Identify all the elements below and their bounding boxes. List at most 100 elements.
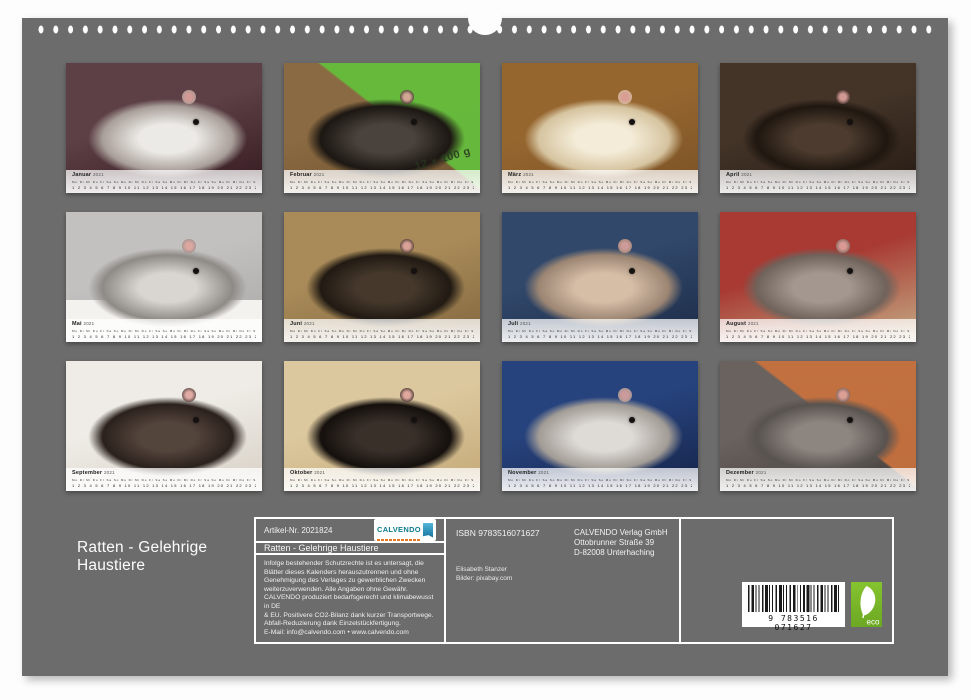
- month-year: 2021: [538, 470, 549, 475]
- mini-calendar-strip: September 2021 Mo Di Mi Do Fr Sa So Mo D…: [66, 468, 262, 491]
- mini-calendar-strip: April 2021 Mo Di Mi Do Fr Sa So Mo Di Mi…: [720, 170, 916, 193]
- month-thumbnail-juni: Juni 2021 Mo Di Mi Do Fr Sa So Mo Di Mi …: [284, 212, 480, 342]
- weekday-row: Mo Di Mi Do Fr Sa So Mo Di Mi Do Fr Sa S…: [508, 478, 692, 482]
- weekday-row: Mo Di Mi Do Fr Sa So Mo Di Mi Do Fr Sa S…: [290, 180, 474, 184]
- calvendo-logo-wordmark: CALVENDO: [377, 525, 421, 534]
- day-number-row: 1 2 3 4 5 6 7 8 9 10 11 12 13 14 15 16 1…: [72, 334, 256, 339]
- month-year: 2021: [84, 321, 95, 326]
- month-thumbnail-mai: Mai 2021 Mo Di Mi Do Fr Sa So Mo Di Mi D…: [66, 212, 262, 342]
- mini-calendar-strip: Juni 2021 Mo Di Mi Do Fr Sa So Mo Di Mi …: [284, 319, 480, 342]
- month-name: November: [508, 470, 537, 476]
- month-name: August: [726, 321, 746, 327]
- month-name: Januar: [72, 172, 91, 178]
- month-label: Januar 2021: [72, 172, 256, 178]
- publisher-city: D-82008 Unterhaching: [574, 548, 668, 558]
- month-name: April: [726, 172, 740, 178]
- day-number-row: 1 2 3 4 5 6 7 8 9 10 11 12 13 14 15 16 1…: [290, 185, 474, 190]
- mini-calendar-strip: Oktober 2021 Mo Di Mi Do Fr Sa So Mo Di …: [284, 468, 480, 491]
- month-year: 2021: [523, 172, 534, 177]
- day-number-row: 1 2 3 4 5 6 7 8 9 10 11 12 13 14 15 16 1…: [726, 334, 910, 339]
- month-thumbnail-februar: 12 x 100 g Februar 2021 Mo Di Mi Do Fr S…: [284, 63, 480, 193]
- month-label: März 2021: [508, 172, 692, 178]
- month-thumbnail-november: November 2021 Mo Di Mi Do Fr Sa So Mo Di…: [502, 361, 698, 491]
- mini-calendar-strip: August 2021 Mo Di Mi Do Fr Sa So Mo Di M…: [720, 319, 916, 342]
- day-number-row: 1 2 3 4 5 6 7 8 9 10 11 12 13 14 15 16 1…: [72, 483, 256, 488]
- day-number-row: 1 2 3 4 5 6 7 8 9 10 11 12 13 14 15 16 1…: [290, 334, 474, 339]
- hanger-notch: [468, 1, 502, 35]
- month-name: Juni: [290, 321, 302, 327]
- day-number-row: 1 2 3 4 5 6 7 8 9 10 11 12 13 14 15 16 1…: [72, 185, 256, 190]
- month-name: September: [72, 470, 102, 476]
- rat-ear-shape: [618, 239, 632, 253]
- article-row: Artikel-Nr. 2021824 CALVENDO: [256, 519, 444, 543]
- publisher-street: Ottobrunner Straße 39: [574, 538, 668, 548]
- rat-ear-shape: [182, 388, 196, 402]
- month-year: 2021: [756, 470, 767, 475]
- calvendo-book-icon: [423, 523, 433, 538]
- article-number: Artikel-Nr. 2021824: [264, 526, 332, 535]
- month-year: 2021: [314, 470, 325, 475]
- calvendo-logo: CALVENDO: [374, 519, 436, 541]
- weekday-row: Mo Di Mi Do Fr Sa So Mo Di Mi Do Fr Sa S…: [726, 180, 910, 184]
- day-number-row: 1 2 3 4 5 6 7 8 9 10 11 12 13 14 15 16 1…: [726, 185, 910, 190]
- month-label: September 2021: [72, 470, 256, 476]
- weekday-row: Mo Di Mi Do Fr Sa So Mo Di Mi Do Fr Sa S…: [726, 329, 910, 333]
- rat-ear-shape: [618, 90, 632, 104]
- month-label: Februar 2021: [290, 172, 474, 178]
- month-year: 2021: [104, 470, 115, 475]
- weekday-row: Mo Di Mi Do Fr Sa So Mo Di Mi Do Fr Sa S…: [72, 180, 256, 184]
- month-name: Mai: [72, 321, 82, 327]
- month-thumbnail-juli: Juli 2021 Mo Di Mi Do Fr Sa So Mo Di Mi …: [502, 212, 698, 342]
- weekday-row: Mo Di Mi Do Fr Sa So Mo Di Mi Do Fr Sa S…: [72, 329, 256, 333]
- calendar-back-page: Januar 2021 Mo Di Mi Do Fr Sa So Mo Di M…: [22, 18, 948, 676]
- day-number-row: 1 2 3 4 5 6 7 8 9 10 11 12 13 14 15 16 1…: [290, 483, 474, 488]
- month-year: 2021: [520, 321, 531, 326]
- eco-logo: eco: [851, 582, 882, 627]
- month-thumbnail-januar: Januar 2021 Mo Di Mi Do Fr Sa So Mo Di M…: [66, 63, 262, 193]
- day-number-row: 1 2 3 4 5 6 7 8 9 10 11 12 13 14 15 16 1…: [508, 185, 692, 190]
- weekday-row: Mo Di Mi Do Fr Sa So Mo Di Mi Do Fr Sa S…: [508, 180, 692, 184]
- month-label: Mai 2021: [72, 321, 256, 327]
- mini-calendar-strip: Dezember 2021 Mo Di Mi Do Fr Sa So Mo Di…: [720, 468, 916, 491]
- publisher-info-box: ISBN 9783516071627 CALVENDO Verlag GmbH …: [444, 517, 681, 644]
- image-credits: Bilder: pixabay.com: [456, 575, 512, 584]
- month-label: Oktober 2021: [290, 470, 474, 476]
- author-name: Elisabeth Stanzer: [456, 566, 512, 575]
- mini-calendar-strip: Juli 2021 Mo Di Mi Do Fr Sa So Mo Di Mi …: [502, 319, 698, 342]
- weekday-row: Mo Di Mi Do Fr Sa So Mo Di Mi Do Fr Sa S…: [72, 478, 256, 482]
- rat-ear-shape: [400, 388, 414, 402]
- weekday-row: Mo Di Mi Do Fr Sa So Mo Di Mi Do Fr Sa S…: [290, 329, 474, 333]
- month-label: April 2021: [726, 172, 910, 178]
- rat-ear-shape: [400, 90, 414, 104]
- eco-leaf-icon: eco: [851, 582, 882, 627]
- month-name: Juli: [508, 321, 518, 327]
- month-label: November 2021: [508, 470, 692, 476]
- day-number-row: 1 2 3 4 5 6 7 8 9 10 11 12 13 14 15 16 1…: [508, 483, 692, 488]
- month-name: Februar: [290, 172, 312, 178]
- barcode-bars: [748, 585, 839, 612]
- mini-calendar-strip: März 2021 Mo Di Mi Do Fr Sa So Mo Di Mi …: [502, 170, 698, 193]
- legal-text: Infolge bestehender Schutzrechte ist es …: [256, 555, 444, 642]
- product-title-row: Ratten - Gelehrige Haustiere: [256, 543, 444, 555]
- month-name: Dezember: [726, 470, 754, 476]
- rat-ear-shape: [182, 239, 196, 253]
- isbn-number: ISBN 9783516071627: [456, 528, 540, 538]
- month-thumbnail-oktober: Oktober 2021 Mo Di Mi Do Fr Sa So Mo Di …: [284, 361, 480, 491]
- publisher-address: CALVENDO Verlag GmbH Ottobrunner Straße …: [574, 528, 668, 558]
- month-label: Juli 2021: [508, 321, 692, 327]
- month-year: 2021: [304, 321, 315, 326]
- calvendo-logo-tagline: [377, 539, 421, 541]
- calendar-title: Ratten - Gelehrige Haustiere: [77, 539, 207, 575]
- mini-calendar-strip: Januar 2021 Mo Di Mi Do Fr Sa So Mo Di M…: [66, 170, 262, 193]
- product-title: Ratten - Gelehrige Haustiere: [264, 543, 379, 553]
- month-year: 2021: [314, 172, 325, 177]
- month-thumbnail-dezember: Dezember 2021 Mo Di Mi Do Fr Sa So Mo Di…: [720, 361, 916, 491]
- weekday-row: Mo Di Mi Do Fr Sa So Mo Di Mi Do Fr Sa S…: [726, 478, 910, 482]
- calendar-title-line2: Haustiere: [77, 557, 207, 575]
- weekday-row: Mo Di Mi Do Fr Sa So Mo Di Mi Do Fr Sa S…: [508, 329, 692, 333]
- weekday-row: Mo Di Mi Do Fr Sa So Mo Di Mi Do Fr Sa S…: [290, 478, 474, 482]
- month-year: 2021: [741, 172, 752, 177]
- info-boxes: Artikel-Nr. 2021824 CALVENDO Ratten - Ge…: [254, 517, 894, 644]
- month-name: Oktober: [290, 470, 313, 476]
- day-number-row: 1 2 3 4 5 6 7 8 9 10 11 12 13 14 15 16 1…: [508, 334, 692, 339]
